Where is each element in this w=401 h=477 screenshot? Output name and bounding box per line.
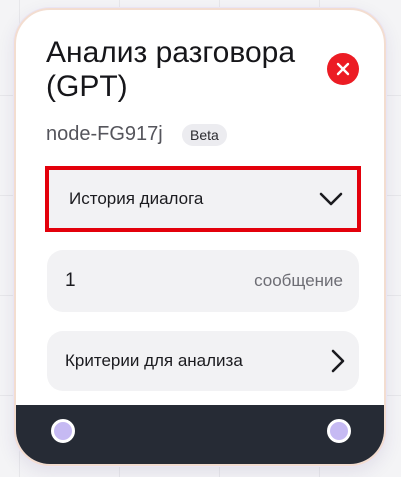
messages-unit-label: сообщение: [254, 271, 343, 290]
beta-badge: Beta: [182, 124, 227, 146]
messages-count-value: 1: [65, 270, 76, 291]
output-port[interactable]: [327, 419, 351, 443]
input-port[interactable]: [51, 419, 75, 443]
node-footer: [16, 405, 384, 464]
node-id: node-FG917j: [46, 123, 163, 145]
dropdown-label: История диалога: [69, 189, 204, 208]
messages-count-field[interactable]: 1 сообщение: [47, 250, 359, 312]
close-button[interactable]: [327, 53, 359, 85]
chevron-right-icon: [331, 349, 345, 373]
criteria-button[interactable]: Критерии для анализа: [47, 331, 359, 391]
criteria-label: Критерии для анализа: [65, 351, 243, 370]
chevron-down-icon: [319, 192, 343, 206]
close-icon: [336, 62, 350, 76]
node-title: Анализ разговора (GPT): [46, 36, 296, 103]
history-dropdown[interactable]: История диалога: [45, 166, 361, 232]
node-card[interactable]: Анализ разговора (GPT) node-FG917j Beta …: [14, 8, 386, 466]
